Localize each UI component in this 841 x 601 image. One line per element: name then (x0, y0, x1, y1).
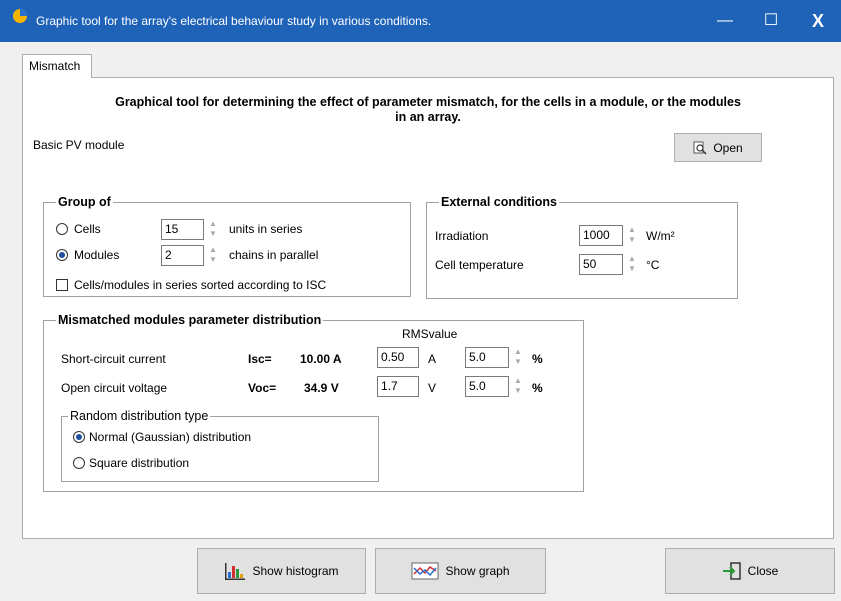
isc-rms-pct-input[interactable]: 5.0 (465, 347, 509, 368)
modules-radio[interactable] (56, 249, 68, 261)
spin-up-icon: ▲ (628, 225, 636, 234)
histogram-icon (225, 563, 246, 580)
voc-label: Open circuit voltage (61, 381, 168, 395)
modules-unit: chains in parallel (229, 248, 319, 262)
square-distribution-label: Square distribution (89, 456, 190, 470)
cells-radio-label: Cells (74, 222, 101, 236)
spin-up-icon: ▲ (514, 347, 522, 356)
exit-door-icon (722, 562, 741, 580)
isc-pct-unit: % (532, 352, 543, 366)
spin-up-icon: ▲ (209, 219, 217, 228)
mismatch-distribution-title: Mismatched modules parameter distributio… (56, 313, 324, 327)
random-distribution-box: Random distribution type Normal (Gaussia… (61, 409, 379, 482)
window-title: Graphic tool for the array's electrical … (36, 14, 432, 28)
spin-up-icon: ▲ (209, 245, 217, 254)
minimize-button[interactable]: — (702, 0, 748, 42)
spin-down-icon: ▼ (209, 229, 217, 238)
voc-rms-abs-input[interactable]: 1.7 (377, 376, 419, 397)
isc-abs-unit: A (428, 352, 437, 366)
isc-rms-abs-input[interactable]: 0.50 (377, 347, 419, 368)
irradiation-input[interactable]: 1000 (579, 225, 623, 246)
panel-heading-line2: in an array. (395, 110, 461, 124)
normal-distribution-radio[interactable] (73, 431, 85, 443)
voc-abs-unit: V (428, 381, 437, 395)
cell-temperature-input[interactable]: 50 (579, 254, 623, 275)
show-histogram-label: Show histogram (252, 564, 339, 578)
modules-count-input[interactable]: 2 (161, 245, 204, 266)
cells-unit: units in series (229, 222, 303, 236)
rms-header: RMSvalue (402, 327, 458, 341)
spin-down-icon: ▼ (628, 264, 636, 273)
mismatch-distribution-box: Mismatched modules parameter distributio… (43, 313, 584, 492)
spin-down-icon: ▼ (514, 386, 522, 395)
voc-symbol: Voc= (248, 381, 277, 395)
irradiation-label: Irradiation (435, 229, 489, 243)
title-bar: Graphic tool for the array's electrical … (0, 0, 841, 42)
isc-label: Short-circuit current (61, 352, 166, 366)
cells-count-input[interactable]: 15 (161, 219, 204, 240)
square-distribution-radio[interactable] (73, 457, 85, 469)
show-graph-button[interactable]: Show graph (375, 548, 546, 594)
external-conditions-box: External conditions Irradiation 1000 ▲ ▼ … (426, 195, 738, 299)
voc-rms-pct-spinner[interactable]: ▲ ▼ (511, 376, 525, 397)
voc-pct-unit: % (532, 381, 543, 395)
show-graph-label: Show graph (445, 564, 510, 578)
voc-rms-pct-input[interactable]: 5.0 (465, 376, 509, 397)
cell-temperature-spinner[interactable]: ▲ ▼ (625, 254, 639, 275)
cell-temperature-label: Cell temperature (435, 258, 524, 272)
show-histogram-button[interactable]: Show histogram (197, 548, 366, 594)
irradiation-spinner[interactable]: ▲ ▼ (625, 225, 639, 246)
cells-count-spinner[interactable]: ▲ ▼ (206, 219, 220, 240)
group-of-title: Group of (56, 195, 113, 209)
group-of-box: Group of Cells 15 ▲ ▼ units in series Mod… (43, 195, 411, 297)
external-conditions-title: External conditions (439, 195, 559, 209)
app-icon (13, 9, 27, 23)
irradiation-unit: W/m² (646, 229, 675, 243)
close-window-button[interactable]: X (795, 0, 841, 42)
open-button[interactable]: Open (674, 133, 762, 162)
isc-rms-pct-spinner[interactable]: ▲ ▼ (511, 347, 525, 368)
open-button-label: Open (713, 140, 743, 155)
modules-radio-label: Modules (74, 248, 120, 262)
close-button-label: Close (747, 564, 779, 578)
isc-symbol: Isc= (248, 352, 272, 366)
spin-down-icon: ▼ (209, 255, 217, 264)
sorted-checkbox[interactable] (56, 279, 68, 291)
mismatch-panel: Graphical tool for determining the effec… (22, 77, 834, 539)
spin-up-icon: ▲ (514, 376, 522, 385)
graph-icon (411, 562, 439, 580)
random-distribution-title: Random distribution type (68, 409, 211, 423)
spin-down-icon: ▼ (514, 357, 522, 366)
normal-distribution-label: Normal (Gaussian) distribution (89, 430, 252, 444)
isc-value: 10.00 A (300, 352, 342, 366)
maximize-button[interactable]: ☐ (748, 0, 794, 42)
magnifier-icon (693, 141, 707, 155)
cell-temperature-unit: °C (646, 258, 660, 272)
tab-mismatch[interactable]: Mismatch (22, 54, 92, 78)
sorted-checkbox-label: Cells/modules in series sorted according… (74, 278, 327, 292)
modules-count-spinner[interactable]: ▲ ▼ (206, 245, 220, 266)
module-label: Basic PV module (33, 138, 125, 152)
voc-value: 34.9 V (304, 381, 339, 395)
spin-up-icon: ▲ (628, 254, 636, 263)
close-button[interactable]: Close (665, 548, 835, 594)
spin-down-icon: ▼ (628, 235, 636, 244)
panel-heading-line1: Graphical tool for determining the effec… (115, 95, 741, 109)
cells-radio[interactable] (56, 223, 68, 235)
